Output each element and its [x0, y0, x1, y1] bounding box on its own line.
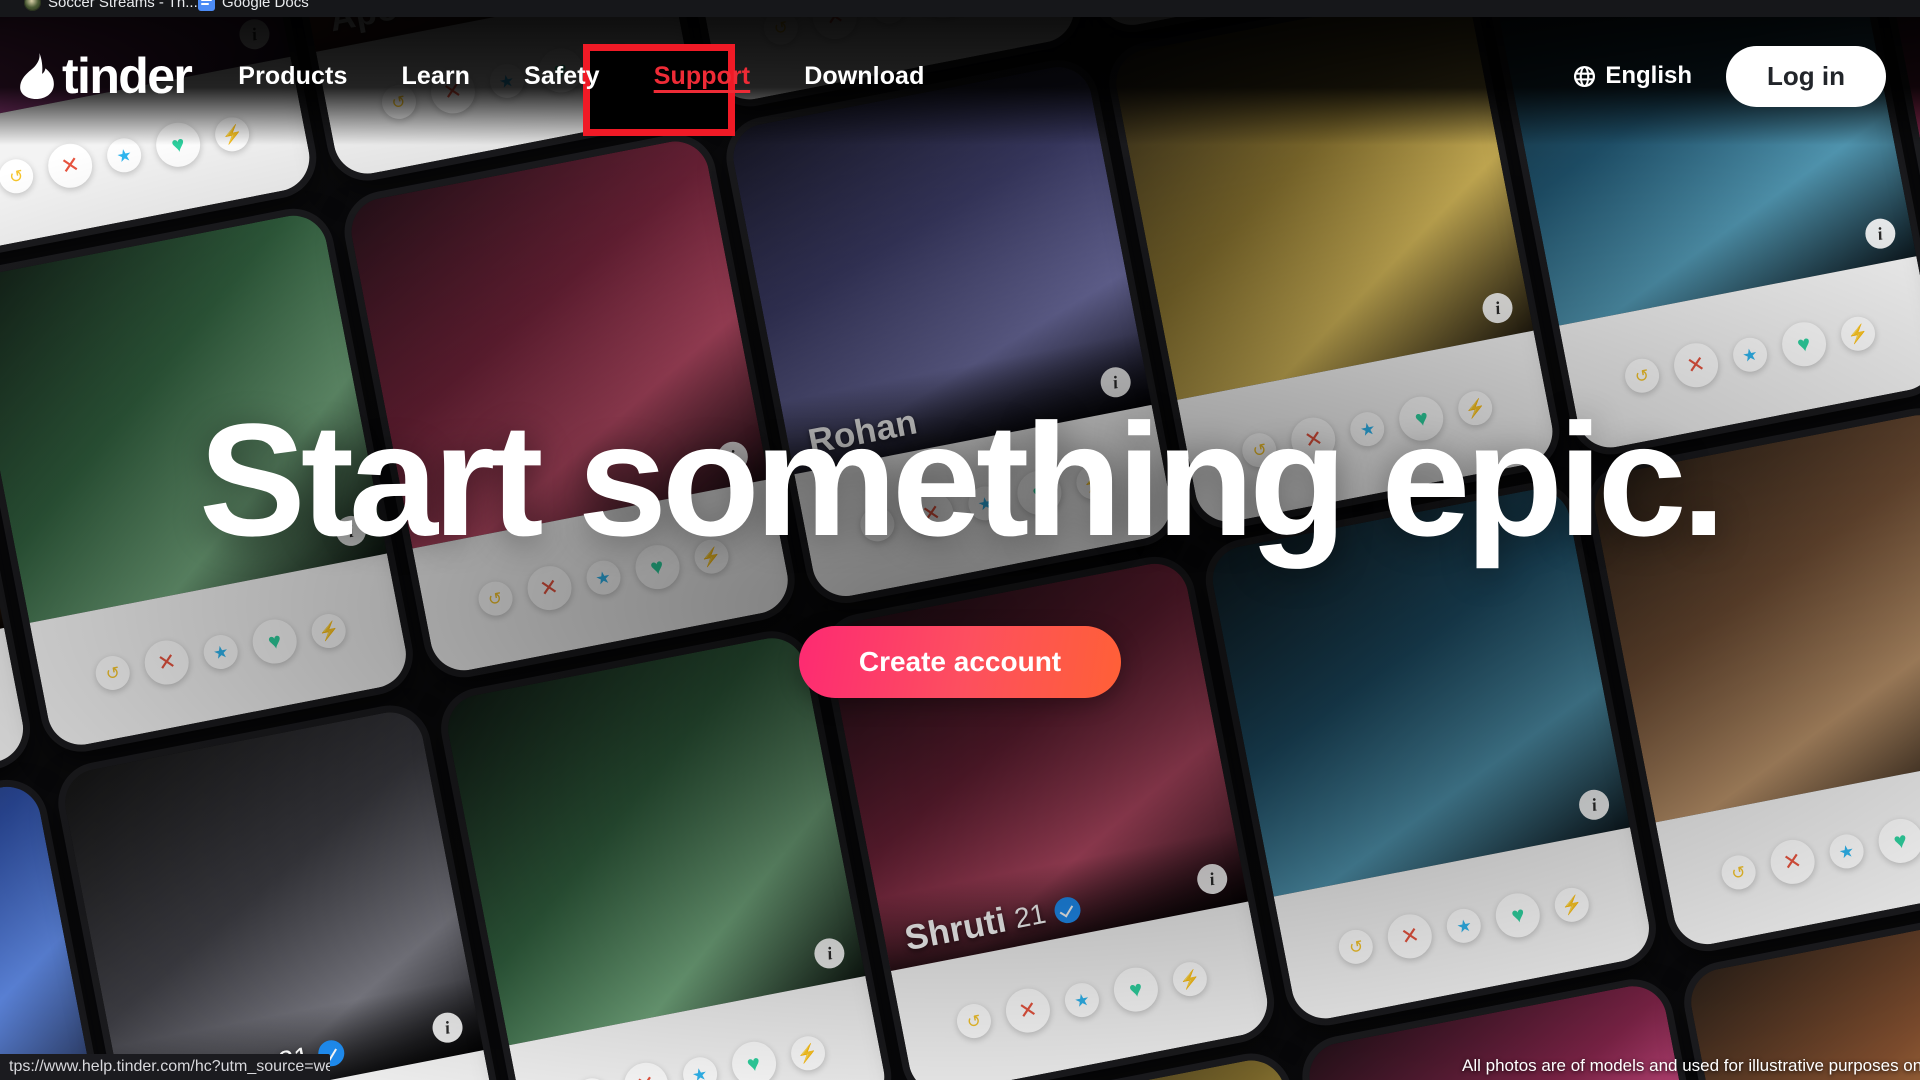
nope-icon: ✕ — [1002, 984, 1054, 1037]
like-icon: ♥ — [631, 541, 683, 594]
like-icon: ♥ — [727, 1038, 780, 1080]
boost-icon: ⚡ — [1073, 462, 1114, 503]
superlike-icon: ★ — [104, 135, 145, 176]
profile-photo — [1588, 409, 1920, 823]
rewind-icon: ↺ — [1336, 927, 1377, 967]
create-account-button[interactable]: Create account — [798, 626, 1122, 698]
profile-photo — [345, 135, 770, 549]
rewind-icon: ↺ — [0, 156, 37, 197]
rewind-icon: ↺ — [1718, 852, 1759, 893]
profile-card: i↺✕★♥⚡ — [442, 632, 891, 1080]
tinder-logo[interactable]: tinder — [18, 48, 193, 104]
boost-icon: ⚡ — [691, 536, 732, 577]
like-icon: ♥ — [1778, 318, 1830, 371]
browser-tab[interactable]: Soccer Streams - Th... — [14, 0, 208, 17]
rewind-icon: ↺ — [1622, 356, 1662, 396]
profile-card: Rohan i ↺ ✕ ★ ♥ ⚡ — [727, 61, 1177, 602]
nope-icon: ✕ — [523, 562, 575, 615]
like-icon: ♥ — [1395, 392, 1448, 445]
soccer-ball-icon — [24, 0, 41, 11]
like-icon: ♥ — [1492, 889, 1545, 942]
google-docs-icon — [198, 0, 215, 11]
boost-icon: ⚡ — [1838, 314, 1878, 354]
profile-card: Armaan21i↺✕★♥⚡ — [59, 706, 509, 1080]
nope-icon: ✕ — [1766, 836, 1819, 888]
like-icon: ♥ — [1874, 815, 1920, 867]
nope-icon: ✕ — [619, 1059, 672, 1080]
login-button[interactable]: Log in — [1726, 45, 1886, 107]
nav-link-download[interactable]: Download — [777, 52, 951, 101]
profile-photo — [442, 632, 866, 1046]
boost-icon: ⚡ — [1552, 885, 1593, 925]
rewind-icon: ↺ — [857, 504, 898, 545]
nav-link-safety[interactable]: Safety — [497, 52, 627, 101]
superlike-icon: ★ — [965, 483, 1006, 524]
nav-link-learn[interactable]: Learn — [374, 52, 497, 101]
like-icon: ♥ — [1110, 963, 1162, 1016]
nope-icon: ✕ — [1670, 339, 1722, 392]
profile-photo — [1206, 483, 1631, 898]
nav-link-support[interactable]: Support — [627, 52, 778, 101]
rewind-icon: ↺ — [1239, 430, 1280, 471]
hero-background-collage: Dishi21i↺✕★♥⚡i↺✕★♥⚡Apoorva22i↺✕★♥⚡Prachi… — [0, 0, 1920, 1080]
like-icon: ♥ — [1013, 467, 1066, 519]
nope-icon: ✕ — [44, 140, 97, 192]
verified-badge-icon — [1052, 895, 1083, 926]
superlike-icon: ★ — [1347, 409, 1388, 450]
boost-icon: ⚡ — [1170, 959, 1210, 1000]
browser-tab-strip: Soccer Streams - Th... Google Docs — [0, 0, 1920, 17]
superlike-icon: ★ — [583, 557, 624, 598]
superlike-icon: ★ — [1826, 831, 1867, 872]
browser-tab[interactable]: Google Docs — [188, 0, 319, 17]
browser-tab-title: Google Docs — [222, 0, 309, 11]
tinder-wordmark: tinder — [62, 48, 193, 104]
rewind-icon: ↺ — [475, 578, 516, 619]
profile-age: 21 — [1011, 898, 1049, 935]
nope-icon: ✕ — [905, 488, 958, 540]
like-icon: ♥ — [249, 615, 301, 668]
nav-right-group: English Log in — [1573, 45, 1886, 107]
profile-card: i↺✕★♥⚡ — [1588, 409, 1920, 950]
superlike-icon: ★ — [1062, 980, 1102, 1021]
superlike-icon: ★ — [1730, 335, 1770, 375]
tinder-flame-icon — [20, 53, 54, 99]
photo-disclaimer: All photos are of models and used for il… — [1462, 1056, 1920, 1075]
collage-grid: Dishi21i↺✕★♥⚡i↺✕★♥⚡Apoorva22i↺✕★♥⚡Prachi… — [0, 0, 1920, 1080]
boost-icon: ⚡ — [1455, 388, 1496, 429]
profile-card: i↺✕★♥⚡ — [1206, 483, 1655, 1025]
browser-status-bar: tps://www.help.tinder.com/hc?utm_source=… — [0, 1054, 330, 1080]
nav-link-products[interactable]: Products — [211, 52, 374, 101]
nope-icon: ✕ — [1384, 910, 1437, 963]
main-navigation: tinder Products Learn Safety Support Dow… — [0, 17, 1920, 135]
boost-icon: ⚡ — [308, 611, 349, 652]
profile-photo — [0, 209, 387, 624]
language-label: English — [1605, 62, 1693, 89]
boost-icon: ⚡ — [787, 1033, 828, 1074]
rewind-icon: ↺ — [571, 1075, 612, 1080]
globe-icon — [1574, 65, 1596, 87]
superlike-icon: ★ — [1444, 906, 1485, 946]
rewind-icon: ↺ — [954, 1001, 994, 1042]
profile-card: i↺✕★♥⚡ — [0, 209, 412, 751]
nope-icon: ✕ — [141, 636, 193, 689]
nav-links: Products Learn Safety Support Download — [211, 52, 951, 101]
superlike-icon: ★ — [679, 1054, 720, 1080]
page-root: Dishi21i↺✕★♥⚡i↺✕★♥⚡Apoorva22i↺✕★♥⚡Prachi… — [0, 0, 1920, 1080]
profile-card: i↺✕★♥⚡ — [345, 135, 794, 677]
superlike-icon: ★ — [200, 632, 241, 673]
browser-tab-title: Soccer Streams - Th... — [48, 0, 198, 11]
language-selector[interactable]: English — [1573, 62, 1692, 90]
nope-icon: ✕ — [1287, 413, 1340, 466]
rewind-icon: ↺ — [92, 653, 133, 694]
